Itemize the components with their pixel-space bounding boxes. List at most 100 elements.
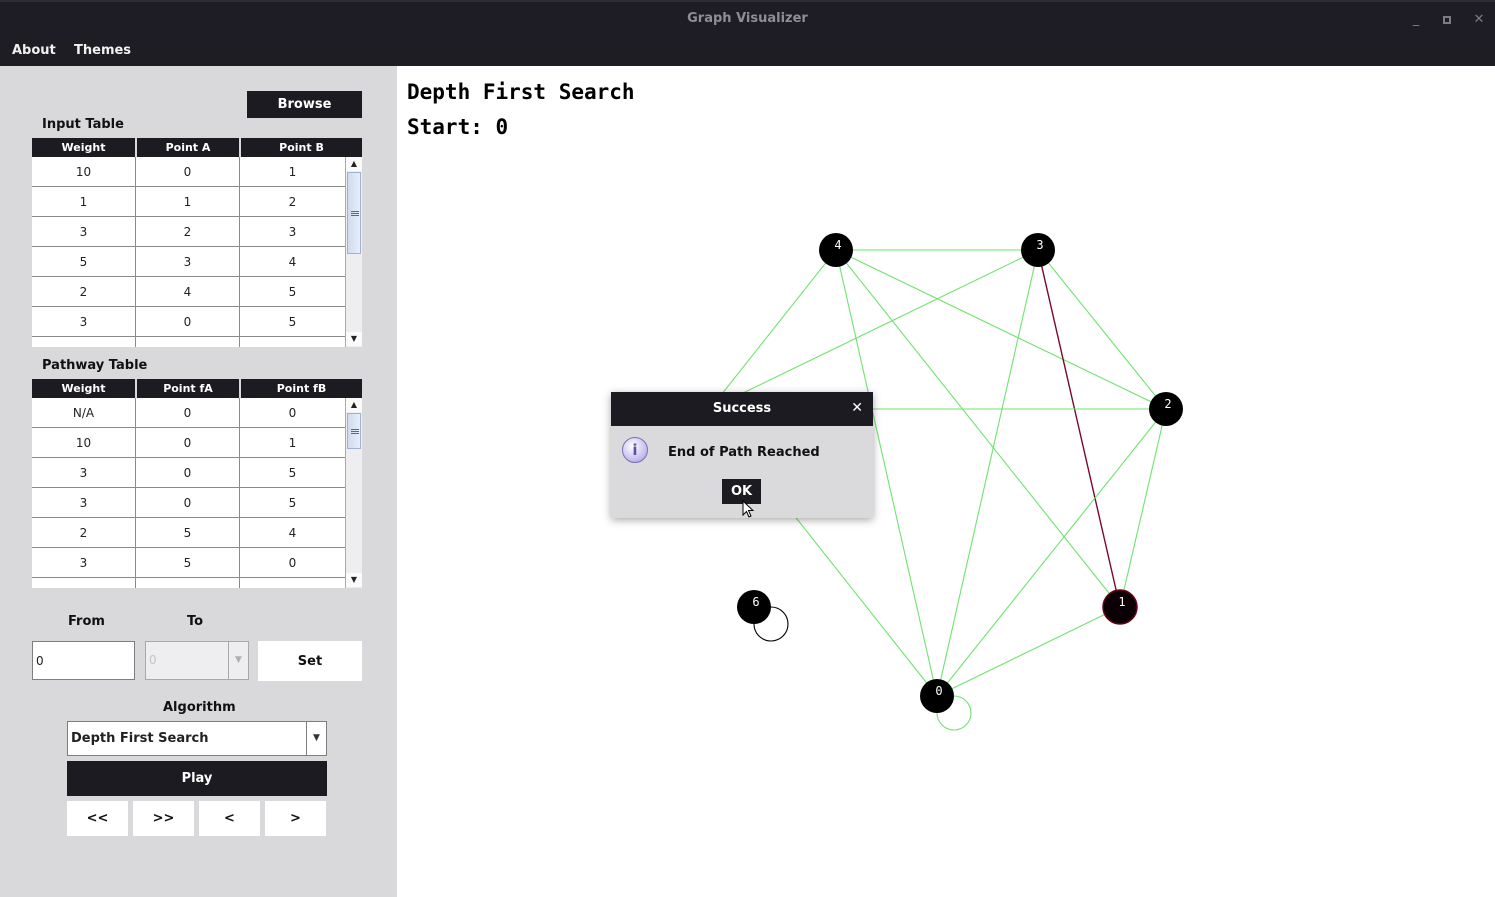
table-cell[interactable]: 0 xyxy=(240,578,345,588)
menu-about[interactable]: About xyxy=(12,43,56,58)
table-cell[interactable]: 5 xyxy=(240,488,345,518)
table-cell[interactable]: 4 xyxy=(136,277,240,307)
table-cell[interactable]: 1 xyxy=(240,428,345,458)
table-row[interactable]: 350 xyxy=(32,548,345,578)
to-select[interactable]: 0 ▼ xyxy=(145,641,249,680)
input-table-scrollbar[interactable]: ▲ ▼ xyxy=(345,157,362,347)
table-row[interactable]: 305 xyxy=(32,307,345,337)
sidebar: Browse Input Table Weight Point A Point … xyxy=(0,66,397,897)
table-cell[interactable]: 0 xyxy=(136,307,240,337)
table-cell[interactable]: 0 xyxy=(136,398,240,428)
skip-to-end-button[interactable]: >> xyxy=(133,801,194,836)
input-table-title: Input Table xyxy=(42,117,124,132)
menubar: About Themes xyxy=(0,36,1495,66)
scroll-down-icon[interactable]: ▼ xyxy=(346,573,362,587)
close-icon[interactable]: ✕ xyxy=(1469,11,1489,29)
table-cell[interactable]: 2 xyxy=(32,518,136,548)
table-cell[interactable]: 3 xyxy=(32,578,136,588)
graph-edge-3-0 xyxy=(936,249,1039,697)
table-cell[interactable]: 0 xyxy=(136,157,240,187)
maximize-icon[interactable] xyxy=(1437,11,1457,29)
column-header-weight[interactable]: Weight xyxy=(32,379,137,398)
table-cell[interactable]: 3 xyxy=(32,458,136,488)
table-row[interactable]: 10 0 1 xyxy=(32,157,345,187)
graph-edge-3-5 xyxy=(709,249,1039,410)
scroll-thumb[interactable] xyxy=(347,413,361,449)
table-cell[interactable]: 0 xyxy=(136,488,240,518)
table-cell[interactable]: 1 xyxy=(240,157,345,187)
table-cell[interactable]: 4 xyxy=(240,518,345,548)
skip-to-start-button[interactable]: << xyxy=(67,801,128,836)
table-cell[interactable]: 0 xyxy=(136,428,240,458)
column-header-point-b[interactable]: Point B xyxy=(241,138,362,157)
table-row[interactable]: 254 xyxy=(32,518,345,548)
table-cell[interactable]: N/A xyxy=(32,398,136,428)
menu-themes[interactable]: Themes xyxy=(74,43,131,58)
chevron-down-icon[interactable]: ▼ xyxy=(306,722,326,755)
table-cell[interactable]: 3 xyxy=(240,217,345,247)
table-cell[interactable]: 5 xyxy=(240,307,345,337)
from-input[interactable] xyxy=(32,641,135,680)
table-cell[interactable]: 3 xyxy=(32,307,136,337)
table-cell[interactable]: 2 xyxy=(136,217,240,247)
table-cell[interactable]: 5 xyxy=(240,277,345,307)
table-row[interactable]: 245 xyxy=(32,277,345,307)
column-header-point-fb[interactable]: Point fB xyxy=(241,379,362,398)
table-cell[interactable]: 3 xyxy=(136,247,240,277)
table-row[interactable]: 534 xyxy=(32,247,345,277)
minimize-icon[interactable]: _ xyxy=(1406,11,1426,29)
table-cell[interactable]: 10 xyxy=(32,157,136,187)
input-table-body: 1001112323534245305305 xyxy=(32,157,345,347)
pathway-table-scrollbar[interactable]: ▲ ▼ xyxy=(345,398,362,588)
scroll-up-icon[interactable]: ▲ xyxy=(346,398,362,412)
table-cell[interactable]: 2 xyxy=(240,187,345,217)
table-cell[interactable]: 0 xyxy=(240,548,345,578)
table-row[interactable]: 10 0 1 xyxy=(32,428,345,458)
table-cell[interactable]: 5 xyxy=(136,548,240,578)
input-table-header: Weight Point A Point B xyxy=(32,138,362,157)
table-row[interactable]: 323 xyxy=(32,217,345,247)
table-cell[interactable]: 5 xyxy=(136,518,240,548)
table-cell[interactable]: 3 xyxy=(32,488,136,518)
table-cell[interactable]: 4 xyxy=(240,247,345,277)
graph-node-label-6: 6 xyxy=(752,595,759,609)
table-cell[interactable]: 5 xyxy=(136,578,240,588)
table-cell[interactable]: 1 xyxy=(136,187,240,217)
table-row[interactable]: 112 xyxy=(32,187,345,217)
browse-button[interactable]: Browse xyxy=(247,91,362,118)
table-row[interactable]: 305 xyxy=(32,488,345,518)
graph-edge-3-2 xyxy=(1037,249,1167,410)
scroll-down-icon[interactable]: ▼ xyxy=(346,332,362,346)
chevron-down-icon[interactable]: ▼ xyxy=(228,642,248,679)
table-cell[interactable]: 5 xyxy=(240,337,345,347)
column-header-weight[interactable]: Weight xyxy=(32,138,137,157)
algorithm-select-value: Depth First Search xyxy=(71,731,209,746)
algorithm-select[interactable]: Depth First Search ▼ xyxy=(67,721,327,756)
table-row[interactable]: 350 xyxy=(32,578,345,588)
table-cell[interactable]: 2 xyxy=(32,277,136,307)
table-cell[interactable]: 0 xyxy=(240,398,345,428)
scroll-thumb[interactable] xyxy=(347,172,361,254)
play-button[interactable]: Play xyxy=(67,761,327,796)
dialog-header: Success ✕ xyxy=(611,392,873,426)
table-row[interactable]: 305 xyxy=(32,458,345,488)
set-button[interactable]: Set xyxy=(258,641,362,681)
dialog-close-icon[interactable]: ✕ xyxy=(851,400,863,416)
column-header-point-a[interactable]: Point A xyxy=(137,138,241,157)
table-cell[interactable]: 3 xyxy=(32,337,136,347)
step-forward-button[interactable]: > xyxy=(265,801,326,836)
scroll-up-icon[interactable]: ▲ xyxy=(346,157,362,171)
step-back-button[interactable]: < xyxy=(199,801,260,836)
table-cell[interactable]: 3 xyxy=(32,217,136,247)
table-cell[interactable]: 5 xyxy=(240,458,345,488)
table-cell[interactable]: 3 xyxy=(32,548,136,578)
table-cell[interactable]: 0 xyxy=(136,337,240,347)
column-header-point-fa[interactable]: Point fA xyxy=(137,379,241,398)
table-row[interactable]: 305 xyxy=(32,337,345,347)
table-cell[interactable]: 5 xyxy=(32,247,136,277)
table-cell[interactable]: 10 xyxy=(32,428,136,458)
table-row[interactable]: N/A 0 0 xyxy=(32,398,345,428)
graph-canvas[interactable]: Depth First Search Start: 0 0123456 xyxy=(397,66,1495,897)
table-cell[interactable]: 1 xyxy=(32,187,136,217)
table-cell[interactable]: 0 xyxy=(136,458,240,488)
